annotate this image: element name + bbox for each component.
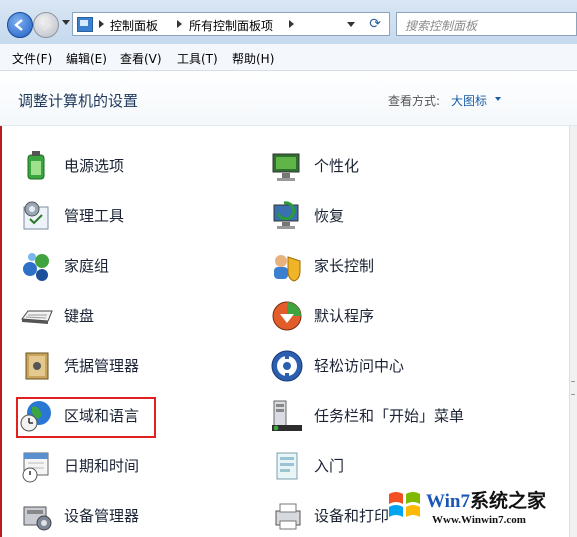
credential-manager-icon — [20, 349, 54, 383]
item-parental-controls[interactable]: 家长控制 — [270, 247, 470, 287]
item-label: 键盘 — [64, 307, 95, 325]
windows-flag-icon — [389, 492, 420, 517]
refresh-icon[interactable]: ⟳ — [369, 16, 381, 32]
item-admin-tools[interactable]: 管理工具 — [20, 197, 220, 237]
item-label: 设备管理器 — [64, 507, 140, 525]
item-device-manager[interactable]: 设备管理器 — [20, 497, 220, 537]
item-label: 管理工具 — [64, 207, 125, 225]
menu-view[interactable]: 查看(V) — [120, 50, 162, 67]
recovery-icon — [270, 199, 304, 233]
forward-arrow-icon — [43, 19, 52, 31]
item-label: 日期和时间 — [64, 457, 140, 475]
forward-button[interactable] — [33, 12, 59, 38]
search-input[interactable]: 搜索控制面板 — [396, 12, 577, 36]
breadcrumb-arrow-icon[interactable] — [177, 20, 182, 28]
item-label: 设备和打印 — [314, 507, 390, 525]
taskbar-start-menu-icon — [270, 399, 304, 433]
back-button[interactable] — [7, 12, 33, 38]
title-bar: 控制面板 所有控制面板项 ⟳ 搜索控制面板 — [0, 0, 577, 44]
homegroup-icon — [20, 249, 54, 283]
item-label: 电源选项 — [64, 157, 125, 175]
item-getting-started[interactable]: 入门 — [270, 447, 470, 487]
breadcrumb-arrow-icon[interactable] — [289, 20, 294, 28]
left-edge-line — [0, 126, 2, 537]
item-homegroup[interactable]: 家庭组 — [20, 247, 220, 287]
menu-file[interactable]: 文件(F) — [12, 50, 52, 67]
view-by-label: 查看方式: — [388, 94, 441, 108]
control-panel-icon — [77, 17, 93, 32]
item-recovery[interactable]: 恢复 — [270, 197, 470, 237]
watermark-brand: Win7系统之家 — [426, 491, 547, 512]
breadcrumb-all-items[interactable]: 所有控制面板项 — [189, 17, 273, 34]
ease-of-access-icon — [270, 349, 304, 383]
item-ease-of-access[interactable]: 轻松访问中心 — [270, 347, 470, 387]
breadcrumb-arrow-icon[interactable] — [99, 20, 104, 28]
getting-started-icon — [270, 449, 304, 483]
menu-help[interactable]: 帮助(H) — [232, 50, 274, 67]
watermark-logo: Win7系统之家 Www.Winwin7.com — [386, 482, 574, 534]
item-taskbar-start-menu[interactable]: 任务栏和「开始」菜单 — [270, 397, 500, 437]
item-label: 个性化 — [314, 157, 360, 175]
content-header: 调整计算机的设置 查看方式: 大图标 — [0, 71, 577, 126]
menu-bar: 文件(F) 编辑(E) 查看(V) 工具(T) 帮助(H) — [0, 44, 577, 71]
item-date-time[interactable]: 日期和时间 — [20, 447, 220, 487]
item-label: 轻松访问中心 — [314, 357, 405, 375]
parental-controls-icon — [270, 249, 304, 283]
item-default-programs[interactable]: 默认程序 — [270, 297, 470, 337]
menu-edit[interactable]: 编辑(E) — [66, 50, 107, 67]
back-arrow-icon — [14, 19, 23, 31]
scrollbar-grip-icon[interactable] — [571, 381, 575, 395]
address-bar[interactable]: 控制面板 所有控制面板项 ⟳ — [72, 12, 390, 36]
devices-printers-icon — [270, 499, 304, 533]
item-label: 家长控制 — [314, 257, 375, 275]
default-programs-icon — [270, 299, 304, 333]
admin-tools-icon — [20, 199, 54, 233]
recent-pages-chevron-icon[interactable] — [62, 20, 70, 25]
vertical-scrollbar[interactable] — [569, 126, 577, 537]
item-power-options[interactable]: 电源选项 — [20, 147, 220, 187]
view-by-dropdown[interactable]: 大图标 — [451, 92, 487, 109]
chevron-down-icon[interactable] — [495, 97, 501, 101]
item-label: 家庭组 — [64, 257, 110, 275]
keyboard-icon — [20, 299, 54, 333]
breadcrumb-control-panel[interactable]: 控制面板 — [110, 17, 158, 34]
device-manager-icon — [20, 499, 54, 533]
item-credential-manager[interactable]: 凭据管理器 — [20, 347, 220, 387]
item-keyboard[interactable]: 键盘 — [20, 297, 220, 337]
power-options-icon — [20, 149, 54, 183]
item-label: 凭据管理器 — [64, 357, 140, 375]
item-personalization[interactable]: 个性化 — [270, 147, 470, 187]
item-label: 任务栏和「开始」菜单 — [314, 407, 465, 425]
address-dropdown-icon[interactable] — [347, 22, 355, 27]
item-label: 默认程序 — [314, 307, 375, 325]
highlight-box — [16, 397, 156, 438]
page-title: 调整计算机的设置 — [18, 92, 139, 110]
date-time-icon — [20, 449, 54, 483]
item-label: 恢复 — [314, 207, 345, 225]
personalization-icon — [270, 149, 304, 183]
watermark-url: Www.Winwin7.com — [432, 514, 526, 526]
item-label: 入门 — [314, 457, 345, 475]
menu-tools[interactable]: 工具(T) — [177, 50, 218, 67]
search-placeholder: 搜索控制面板 — [405, 19, 478, 33]
